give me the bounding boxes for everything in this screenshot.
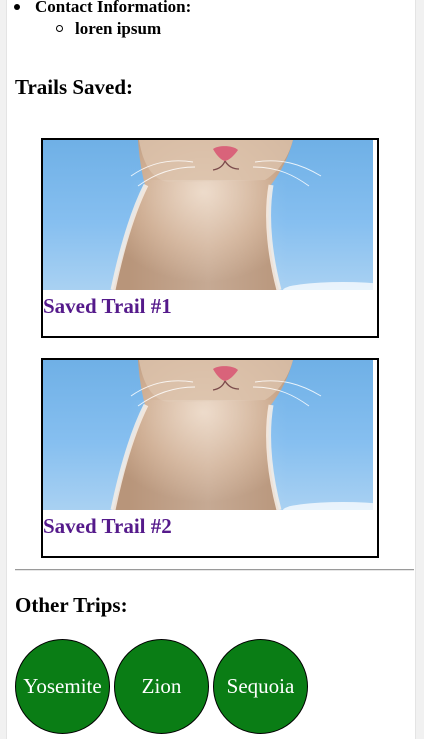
kitten-photo-icon [110, 140, 373, 290]
trip-button-zion[interactable]: Zion [114, 639, 209, 734]
contact-subitem: loren ipsum [56, 18, 191, 40]
trip-button-sequoia[interactable]: Sequoia [213, 639, 308, 734]
section-divider [15, 569, 414, 571]
trip-buttons: Yosemite Zion Sequoia [15, 639, 308, 734]
profile-page: Contact Information: loren ipsum Trails … [6, 0, 416, 739]
saved-trail-card[interactable]: Saved Trail #1 [41, 138, 379, 338]
contact-sublist: loren ipsum [35, 18, 191, 40]
trail-image [43, 140, 373, 290]
contact-list: Contact Information: loren ipsum [14, 0, 192, 40]
bullet-disc-icon [14, 4, 20, 10]
saved-trail-link-1[interactable]: Saved Trail #1 [43, 294, 172, 319]
contact-value: loren ipsum [75, 19, 162, 38]
bullet-circle-icon [56, 25, 63, 32]
kitten-photo-icon [110, 360, 373, 510]
contact-item: Contact Information: loren ipsum [14, 0, 192, 40]
saved-trails-heading: Trails Saved: [15, 75, 134, 99]
contact-label: Contact Information: [35, 0, 192, 16]
other-trips-heading: Other Trips: [15, 593, 128, 617]
trip-button-yosemite[interactable]: Yosemite [15, 639, 110, 734]
trail-image [43, 360, 373, 510]
saved-trail-card[interactable]: Saved Trail #2 [41, 358, 379, 558]
saved-trail-link-2[interactable]: Saved Trail #2 [43, 514, 172, 539]
